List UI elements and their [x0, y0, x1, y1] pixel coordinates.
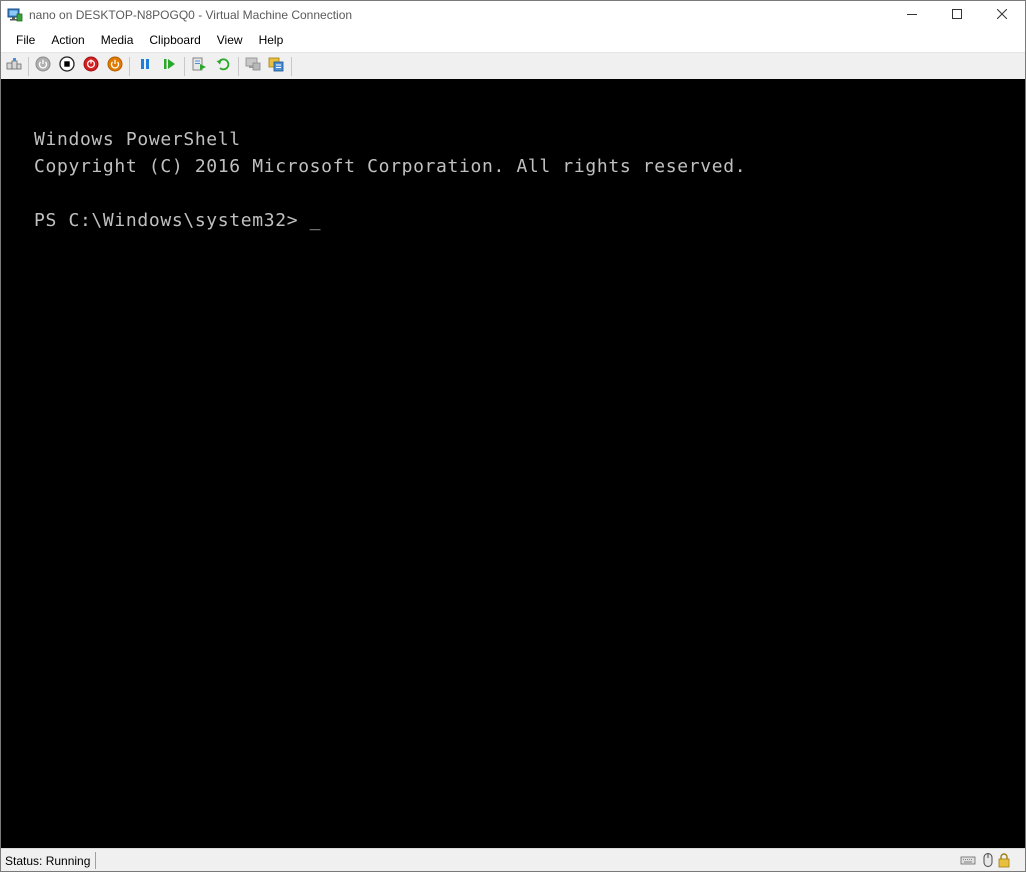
toolbar-separator — [184, 57, 185, 76]
save-button[interactable] — [106, 56, 124, 77]
checkpoint-button[interactable] — [190, 57, 208, 75]
toolbar-separator — [28, 57, 29, 76]
toolbar-separator — [291, 57, 292, 76]
mouse-icon — [980, 852, 996, 868]
minimize-icon — [907, 6, 917, 24]
share-icon — [268, 56, 284, 77]
checkpoint-icon — [191, 56, 207, 77]
revert-icon — [215, 56, 231, 77]
minimize-button[interactable] — [889, 1, 935, 29]
vm-connection-icon — [7, 7, 23, 23]
resume-button[interactable] — [160, 57, 178, 75]
status-separator — [95, 852, 96, 869]
toolbar-separator — [129, 57, 130, 76]
toolbar — [1, 52, 1025, 80]
maximize-icon — [952, 6, 962, 24]
console-prompt: PS C:\Windows\system32> _ — [34, 210, 322, 231]
menu-bar: File Action Media Clipboard View Help — [1, 29, 1025, 51]
keyboard-icon — [960, 852, 976, 868]
start-button[interactable] — [34, 56, 52, 77]
vm-connection-window: nano on DESKTOP-N8POGQ0 - Virtual Machin… — [0, 0, 1026, 872]
start-icon — [35, 56, 51, 77]
close-icon — [996, 6, 1008, 24]
menu-view[interactable]: View — [209, 30, 251, 50]
shut-down-button[interactable] — [82, 56, 100, 77]
save-icon — [107, 56, 123, 77]
pause-button[interactable] — [136, 57, 154, 75]
turn-off-icon — [59, 55, 75, 77]
lock-icon — [996, 852, 1012, 868]
console-line-copyright: Copyright (C) 2016 Microsoft Corporation… — [34, 156, 747, 177]
pause-icon — [137, 56, 153, 77]
menu-file[interactable]: File — [8, 30, 43, 50]
menu-media[interactable]: Media — [93, 30, 142, 50]
toolbar-separator — [238, 57, 239, 76]
close-button[interactable] — [979, 1, 1025, 29]
console-line-header: Windows PowerShell — [34, 129, 241, 150]
turn-off-button[interactable] — [58, 55, 76, 77]
window-title: nano on DESKTOP-N8POGQ0 - Virtual Machin… — [29, 8, 353, 22]
share-button[interactable] — [267, 57, 285, 75]
status-bar: Status: Running — [1, 848, 1025, 871]
ctrl-alt-del-button[interactable] — [5, 57, 23, 75]
menu-help[interactable]: Help — [251, 30, 292, 50]
resume-icon — [161, 56, 177, 77]
vm-console-screen[interactable]: Windows PowerShell Copyright (C) 2016 Mi… — [1, 79, 1025, 848]
revert-button[interactable] — [214, 57, 232, 75]
enhanced-session-button[interactable] — [244, 57, 262, 75]
menu-clipboard[interactable]: Clipboard — [141, 30, 208, 50]
enhanced-session-icon — [245, 56, 261, 77]
shut-down-icon — [83, 56, 99, 77]
maximize-button[interactable] — [934, 1, 980, 29]
menu-action[interactable]: Action — [43, 30, 92, 50]
title-bar[interactable]: nano on DESKTOP-N8POGQ0 - Virtual Machin… — [1, 1, 1025, 29]
ctrl-alt-del-icon — [6, 56, 22, 77]
status-text: Status: Running — [5, 854, 91, 868]
